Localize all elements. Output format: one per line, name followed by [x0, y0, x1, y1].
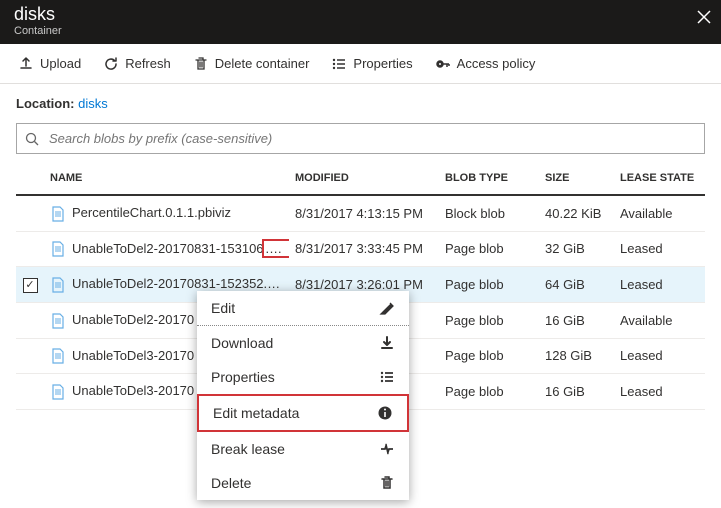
cell-size: 16 GiB	[539, 374, 614, 410]
highlighted-extension: .vhd	[262, 239, 289, 258]
search-input[interactable]	[47, 130, 696, 147]
ctx-edit-label: Edit	[211, 300, 235, 316]
trash-icon	[193, 56, 209, 72]
cell-lease: Leased	[614, 231, 705, 267]
cell-blob-type: Page blob	[439, 303, 539, 339]
checkbox-checked[interactable]: ✓	[23, 278, 38, 293]
cell-blob-type: Page blob	[439, 338, 539, 374]
properties-button[interactable]: Properties	[321, 50, 422, 78]
file-icon	[50, 277, 66, 293]
cell-size: 40.22 KiB	[539, 195, 614, 231]
ctx-download-label: Download	[211, 335, 273, 351]
properties-label: Properties	[353, 56, 412, 71]
upload-label: Upload	[40, 56, 81, 71]
cell-name[interactable]: UnableToDel2-20170831-153106.vhd	[44, 231, 289, 267]
table-row[interactable]: PercentileChart.0.1.1.pbiviz 8/31/2017 4:…	[16, 195, 705, 231]
refresh-button[interactable]: Refresh	[93, 50, 181, 78]
file-icon	[50, 206, 66, 222]
file-icon	[50, 348, 66, 364]
blade-subtitle: Container	[14, 24, 707, 38]
ctx-properties[interactable]: Properties	[197, 360, 409, 394]
info-icon	[377, 405, 393, 421]
trash-icon	[379, 475, 395, 491]
col-blob-type[interactable]: BLOB TYPE	[439, 162, 539, 195]
file-name: UnableToDel2-20170	[72, 312, 194, 327]
col-lease[interactable]: LEASE STATE	[614, 162, 705, 195]
download-icon	[379, 335, 395, 351]
blade-header: disks Container	[0, 0, 721, 44]
file-name: UnableToDel2-20170831-152352.vhd	[72, 276, 288, 291]
cell-size: 16 GiB	[539, 303, 614, 339]
blade-title: disks	[14, 4, 707, 24]
search-icon	[25, 132, 39, 146]
table-header: NAME MODIFIED BLOB TYPE SIZE LEASE STATE	[16, 162, 705, 195]
cell-lease: Leased	[614, 374, 705, 410]
cell-size: 32 GiB	[539, 231, 614, 267]
upload-icon	[18, 56, 34, 72]
cell-blob-type: Page blob	[439, 231, 539, 267]
close-button[interactable]	[697, 8, 711, 29]
key-icon	[435, 56, 451, 72]
context-menu: Edit Download Properties Edit metadata B…	[197, 291, 409, 500]
close-icon	[697, 10, 711, 24]
ctx-edit[interactable]: Edit	[197, 291, 409, 326]
cell-modified: 8/31/2017 3:33:45 PM	[289, 231, 439, 267]
list-icon	[331, 56, 347, 72]
table-row[interactable]: UnableToDel2-20170831-153106.vhd8/31/201…	[16, 231, 705, 267]
break-icon	[379, 441, 395, 457]
location-link[interactable]: disks	[78, 96, 108, 111]
ctx-break-lease[interactable]: Break lease	[197, 432, 409, 466]
pencil-icon	[379, 300, 395, 316]
delete-container-label: Delete container	[215, 56, 310, 71]
col-name[interactable]: NAME	[44, 162, 289, 195]
refresh-label: Refresh	[125, 56, 171, 71]
refresh-icon	[103, 56, 119, 72]
file-name: UnableToDel3-20170	[72, 383, 194, 398]
cell-name[interactable]: PercentileChart.0.1.1.pbiviz	[44, 195, 289, 231]
delete-container-button[interactable]: Delete container	[183, 50, 320, 78]
file-icon	[50, 384, 66, 400]
cell-lease: Leased	[614, 338, 705, 374]
command-bar: Upload Refresh Delete container Properti…	[0, 44, 721, 84]
cell-size: 128 GiB	[539, 338, 614, 374]
ctx-delete-label: Delete	[211, 475, 251, 491]
file-name: UnableToDel3-20170	[72, 348, 194, 363]
cell-blob-type: Page blob	[439, 374, 539, 410]
access-policy-button[interactable]: Access policy	[425, 50, 546, 78]
col-modified[interactable]: MODIFIED	[289, 162, 439, 195]
cell-lease: Leased	[614, 267, 705, 303]
search-box[interactable]	[16, 123, 705, 154]
file-name: UnableToDel2-20170831-153106	[72, 241, 264, 256]
file-icon	[50, 241, 66, 257]
col-size[interactable]: SIZE	[539, 162, 614, 195]
access-policy-label: Access policy	[457, 56, 536, 71]
ctx-break-lease-label: Break lease	[211, 441, 285, 457]
cell-modified: 8/31/2017 4:13:15 PM	[289, 195, 439, 231]
breadcrumb: Location: disks	[0, 84, 721, 119]
ctx-delete[interactable]: Delete	[197, 466, 409, 500]
location-label: Location:	[16, 96, 75, 111]
ctx-edit-metadata-label: Edit metadata	[213, 405, 299, 421]
ctx-properties-label: Properties	[211, 369, 275, 385]
list-icon	[379, 369, 395, 385]
cell-size: 64 GiB	[539, 267, 614, 303]
file-icon	[50, 313, 66, 329]
cell-lease: Available	[614, 195, 705, 231]
upload-button[interactable]: Upload	[8, 50, 91, 78]
cell-lease: Available	[614, 303, 705, 339]
ctx-edit-metadata[interactable]: Edit metadata	[197, 394, 409, 432]
cell-blob-type: Page blob	[439, 267, 539, 303]
file-name: PercentileChart.0.1.1.pbiviz	[72, 205, 231, 220]
cell-blob-type: Block blob	[439, 195, 539, 231]
ctx-download[interactable]: Download	[197, 326, 409, 360]
